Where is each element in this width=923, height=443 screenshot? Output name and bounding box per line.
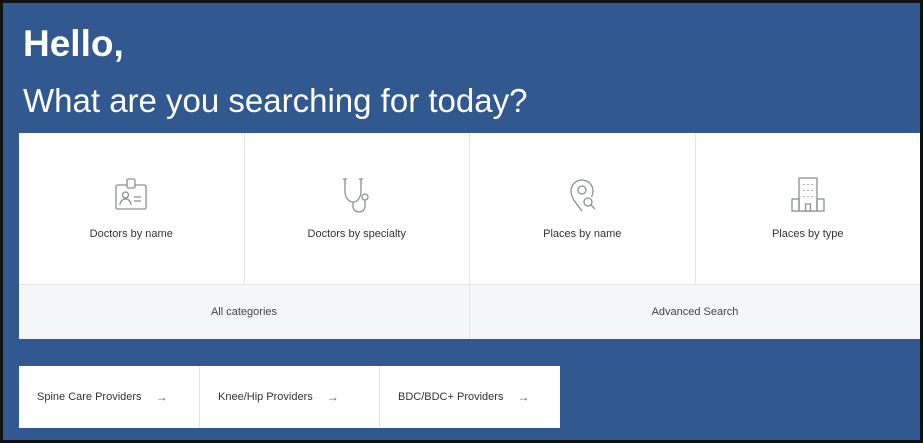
places-by-name-card[interactable]: Places by name xyxy=(470,133,696,285)
knee-hip-providers-link[interactable]: Knee/Hip Providers → xyxy=(200,366,380,428)
search-links-row: All categories Advanced Search xyxy=(19,285,920,339)
places-by-type-card[interactable]: Places by type xyxy=(696,133,921,285)
arrow-right-icon: → xyxy=(517,390,530,404)
knee-hip-providers-label: Knee/Hip Providers xyxy=(218,391,313,403)
stethoscope-icon xyxy=(335,173,379,217)
location-search-icon xyxy=(560,173,604,217)
greeting-heading: Hello, xyxy=(23,23,124,64)
bdc-providers-link[interactable]: BDC/BDC+ Providers → xyxy=(380,366,560,428)
advanced-search-link[interactable]: Advanced Search xyxy=(470,285,920,339)
places-by-type-label: Places by type xyxy=(771,228,844,240)
search-prompt: What are you searching for today? xyxy=(23,82,528,119)
all-categories-link[interactable]: All categories xyxy=(19,285,470,339)
spine-care-providers-label: Spine Care Providers xyxy=(37,391,142,403)
search-options-panel: Doctors by name Doctors by specialty Pla… xyxy=(19,133,920,339)
arrow-right-icon: → xyxy=(326,390,339,404)
quick-links-bar: Spine Care Providers → Knee/Hip Provider… xyxy=(19,366,560,428)
doctors-by-name-label: Doctors by name xyxy=(89,228,173,240)
doctors-by-specialty-label: Doctors by specialty xyxy=(307,228,406,240)
spine-care-providers-link[interactable]: Spine Care Providers → xyxy=(19,366,200,428)
doctors-by-name-card[interactable]: Doctors by name xyxy=(19,133,245,285)
arrow-right-icon: → xyxy=(155,390,168,404)
search-cards: Doctors by name Doctors by specialty Pla… xyxy=(19,133,920,285)
doctors-by-specialty-card[interactable]: Doctors by specialty xyxy=(245,133,470,285)
building-icon xyxy=(786,173,830,217)
id-badge-icon xyxy=(109,173,153,217)
places-by-name-label: Places by name xyxy=(543,228,622,240)
bdc-providers-label: BDC/BDC+ Providers xyxy=(398,391,504,403)
